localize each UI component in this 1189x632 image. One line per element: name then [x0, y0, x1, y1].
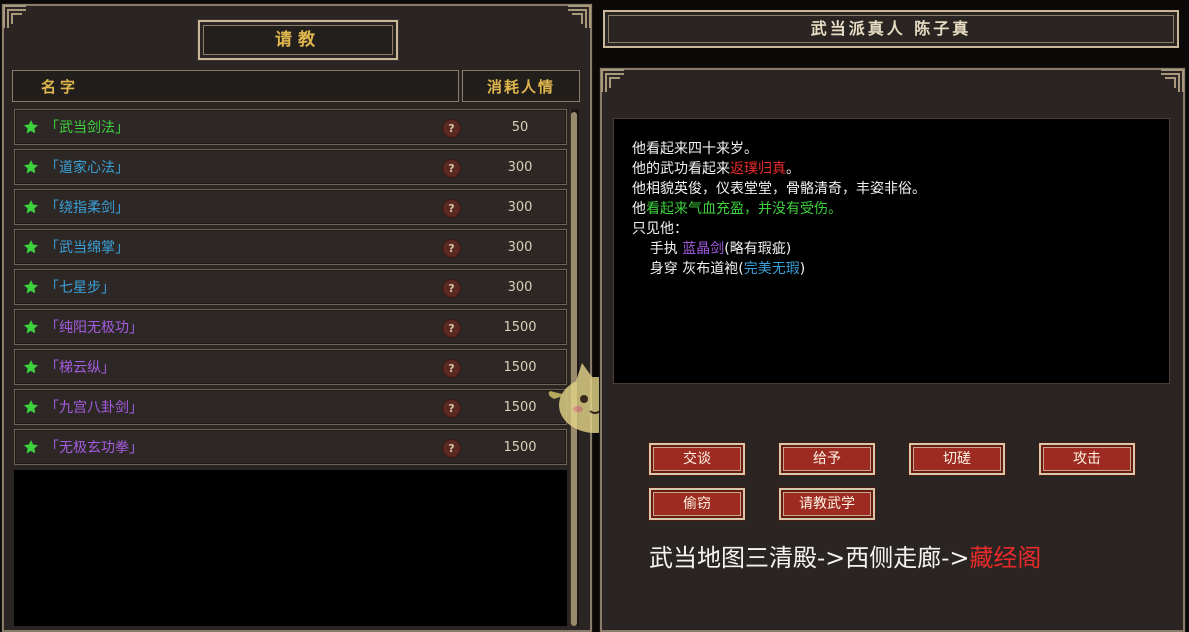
- skill-cost: 300: [507, 240, 533, 255]
- corner-ornament: [1159, 68, 1185, 94]
- help-icon[interactable]: ?: [442, 399, 461, 418]
- talk-button[interactable]: 交谈: [648, 442, 746, 476]
- skill-name: 「梯云纵」: [45, 360, 115, 376]
- skill-cost: 1500: [503, 320, 537, 335]
- help-icon[interactable]: ?: [442, 119, 461, 138]
- skill-name: 「七星步」: [45, 280, 115, 296]
- column-header-cost[interactable]: 消耗人情: [462, 70, 580, 102]
- star-icon: [23, 199, 39, 215]
- corner-ornament: [566, 4, 592, 30]
- skill-row[interactable]: 「道家心法」? 300: [14, 149, 567, 185]
- spar-button[interactable]: 切磋: [908, 442, 1006, 476]
- skill-name: 「道家心法」: [45, 160, 129, 176]
- skill-row[interactable]: 「九宫八卦剑」? 1500: [14, 389, 567, 425]
- corner-ornament: [2, 4, 28, 30]
- desc-age: 他看起来四十来岁。: [632, 141, 758, 157]
- skill-row[interactable]: 「绕指柔剑」? 300: [14, 189, 567, 225]
- skill-row[interactable]: 「无极玄功拳」? 1500: [14, 429, 567, 465]
- star-icon: [23, 239, 39, 255]
- star-icon: [23, 159, 39, 175]
- health-status-text: 看起来气血充盈，并没有受伤。: [646, 201, 842, 217]
- desc-health: 他看起来气血充盈，并没有受伤。: [632, 201, 842, 217]
- skill-row[interactable]: 「纯阳无极功」? 1500: [14, 309, 567, 345]
- desc-equipment-header: 只见他：: [632, 221, 688, 237]
- skill-name: 「无极玄功拳」: [45, 440, 143, 456]
- give-button[interactable]: 给予: [778, 442, 876, 476]
- attack-button[interactable]: 攻击: [1038, 442, 1136, 476]
- skill-row[interactable]: 「梯云纵」? 1500: [14, 349, 567, 385]
- steal-button[interactable]: 偷窃: [648, 487, 746, 521]
- skill-name: 「武当绵掌」: [45, 240, 129, 256]
- help-icon[interactable]: ?: [442, 319, 461, 338]
- desc-skill-level: 他的武功看起来返璞归真。: [632, 161, 800, 177]
- skill-name: 「纯阳无极功」: [45, 320, 143, 336]
- panel-title: 请教: [197, 19, 399, 61]
- weapon-name: 蓝晶剑: [682, 241, 725, 257]
- desc-armor: 身穿 灰布道袍(完美无瑕): [632, 261, 806, 277]
- npc-description: 他看起来四十来岁。 他的武功看起来返璞归真。 他相貌英俊，仪表堂堂，骨骼清奇，丰…: [613, 118, 1170, 384]
- skill-level-text: 返璞归真: [730, 161, 786, 177]
- skill-row[interactable]: 「武当绵掌」? 300: [14, 229, 567, 265]
- star-icon: [23, 359, 39, 375]
- list-empty-area: [14, 470, 567, 626]
- skill-cost: 300: [507, 160, 533, 175]
- desc-weapon: 手执 蓝晶剑(略有瑕疵): [632, 241, 792, 257]
- ask-skill-button[interactable]: 请教武学: [778, 487, 876, 521]
- skill-row[interactable]: 「七星步」? 300: [14, 269, 567, 305]
- skill-cost: 300: [507, 280, 533, 295]
- help-icon[interactable]: ?: [442, 159, 461, 178]
- npc-name-title: 武当派真人 陈子真: [603, 10, 1179, 48]
- star-icon: [23, 119, 39, 135]
- skill-name: 「九宫八卦剑」: [45, 400, 143, 416]
- help-icon[interactable]: ?: [442, 199, 461, 218]
- skill-list: 「武当剑法」? 50 「道家心法」? 300 「绕指柔剑」? 300 「武当绵掌」? 300 「…: [14, 109, 567, 469]
- star-icon: [23, 319, 39, 335]
- skill-row[interactable]: 「武当剑法」? 50: [14, 109, 567, 145]
- route-destination: 藏经阁: [969, 544, 1042, 572]
- skill-cost: 50: [511, 120, 529, 135]
- help-icon[interactable]: ?: [442, 439, 461, 458]
- map-route-caption: 武当地图三清殿->西侧走廊->藏经阁: [649, 544, 1042, 572]
- skill-name: 「武当剑法」: [45, 120, 129, 136]
- column-header-name[interactable]: 名字: [12, 70, 459, 102]
- help-icon[interactable]: ?: [442, 359, 461, 378]
- desc-appearance: 他相貌英俊，仪表堂堂，骨骼清奇，丰姿非俗。: [632, 181, 926, 197]
- armor-quality: 完美无瑕: [743, 261, 800, 277]
- star-icon: [23, 399, 39, 415]
- help-icon[interactable]: ?: [442, 279, 461, 298]
- star-icon: [23, 439, 39, 455]
- star-icon: [23, 279, 39, 295]
- skill-name: 「绕指柔剑」: [45, 200, 129, 216]
- corner-ornament: [600, 68, 626, 94]
- skill-cost: 300: [507, 200, 533, 215]
- help-icon[interactable]: ?: [442, 239, 461, 258]
